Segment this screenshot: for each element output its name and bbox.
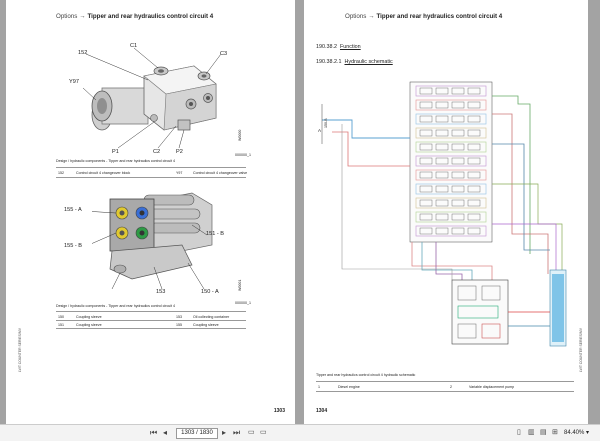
- callout-c3: C3: [220, 51, 228, 57]
- hydraulic-schematic: [321, 81, 567, 347]
- figure-side-code: W0000: [238, 129, 242, 141]
- callout-p2: P2: [176, 149, 183, 155]
- callout-153: 153: [156, 289, 166, 295]
- last-page-icon[interactable]: ⏭: [233, 428, 240, 438]
- schematic-label-b: 150-B: [324, 118, 328, 128]
- zoom-level[interactable]: 84.40% ▾: [564, 429, 589, 436]
- callout-155-a: 155 - A: [64, 207, 82, 213]
- callout-151-b: 151 - B: [206, 231, 225, 237]
- divider: [56, 177, 246, 178]
- legend-text: Coupling sleeve: [193, 323, 219, 327]
- prev-page-icon[interactable]: ◂: [163, 428, 167, 438]
- figure-code: 000000_1: [235, 153, 251, 157]
- legend-text: Coupling sleeve: [76, 315, 102, 319]
- single-page-icon[interactable]: ▯: [517, 428, 521, 438]
- legend-text: Control circuit 4 changeover valve: [193, 171, 248, 175]
- callout-155-b: 155 - B: [64, 243, 83, 249]
- schematic-label-a: A: [318, 128, 322, 133]
- figure-caption: Tipper and rear hydraulics control circu…: [316, 373, 416, 377]
- legend-num: 155: [176, 323, 182, 327]
- section-heading: 190.38.2 Function: [316, 44, 361, 50]
- legend-text: Diesel engine: [338, 385, 360, 389]
- divider: [56, 311, 246, 312]
- legend-text: Variable displacement pump: [469, 385, 515, 389]
- page-header: Options → Tipper and rear hydraulics contr…: [345, 13, 503, 20]
- coupling-sleeves-figure: [92, 192, 213, 290]
- side-label: LWT COUNTER SERIES/MV: [18, 328, 22, 372]
- figure-side-code: W0001: [238, 279, 242, 291]
- valve-block-figure: [82, 47, 222, 149]
- figure-code: 000000_1: [235, 301, 251, 305]
- divider: [56, 328, 246, 329]
- legend-text: Control circuit 4 changeover block: [76, 171, 131, 175]
- callout-152: 152: [78, 50, 88, 56]
- legend-num: Y97: [176, 171, 183, 175]
- section-heading: 190.38.2.1 Hydraulic schematic: [316, 59, 393, 65]
- viewer-toolbar: ⏮ ◂ 1303 / 1830 ▸ ⏭ ▭ ▭ ▯ ▥ ▤ ⊞ 84.40% ▾: [0, 424, 600, 441]
- first-page-icon[interactable]: ⏮: [150, 428, 157, 438]
- legend-num: 151: [58, 323, 64, 327]
- scroll-mode-icon[interactable]: ▤: [540, 428, 547, 438]
- page-number-input[interactable]: 1303 / 1830: [176, 428, 218, 439]
- divider: [316, 381, 574, 382]
- divider: [56, 320, 246, 321]
- page-number: 1304: [316, 408, 328, 414]
- callout-y97: Y97: [69, 79, 79, 85]
- legend-num: 153: [176, 315, 182, 319]
- callout-150-a: 150 - A: [201, 289, 219, 295]
- page-right: Options → Tipper and rear hydraulics contr…: [304, 0, 588, 424]
- next-page-icon[interactable]: ▸: [222, 428, 226, 438]
- page-header: Options → Tipper and rear hydraulics contr…: [56, 13, 214, 20]
- view-mode-icon[interactable]: ▭: [248, 428, 255, 438]
- callout-p1: P1: [112, 149, 119, 155]
- figure-caption: Design / hydraulic components - Tipper a…: [56, 304, 176, 308]
- figure-caption: Design / hydraulic components - Tipper a…: [56, 159, 176, 163]
- callout-c1: C1: [130, 43, 138, 49]
- page-number: 1303: [273, 408, 285, 414]
- divider: [316, 391, 574, 392]
- callout-c2: C2: [153, 149, 161, 155]
- view-mode-icon[interactable]: ▭: [260, 428, 267, 438]
- fit-width-icon[interactable]: ⊞: [552, 428, 558, 438]
- side-label: LWT COUNTER SERIES/MV: [579, 328, 583, 372]
- document-viewer[interactable]: Options → Tipper and rear hydraulics contr…: [0, 0, 600, 424]
- legend-num: 152: [58, 171, 64, 175]
- legend-text: Oil collecting container: [193, 315, 230, 319]
- legend-num: 2: [450, 385, 452, 389]
- two-page-icon[interactable]: ▥: [528, 428, 535, 438]
- divider: [56, 167, 246, 168]
- legend-num: 150: [58, 315, 64, 319]
- legend-text: Coupling sleeve: [76, 323, 102, 327]
- legend-num: 1: [318, 385, 320, 389]
- page-left: Options → Tipper and rear hydraulics contr…: [6, 0, 295, 424]
